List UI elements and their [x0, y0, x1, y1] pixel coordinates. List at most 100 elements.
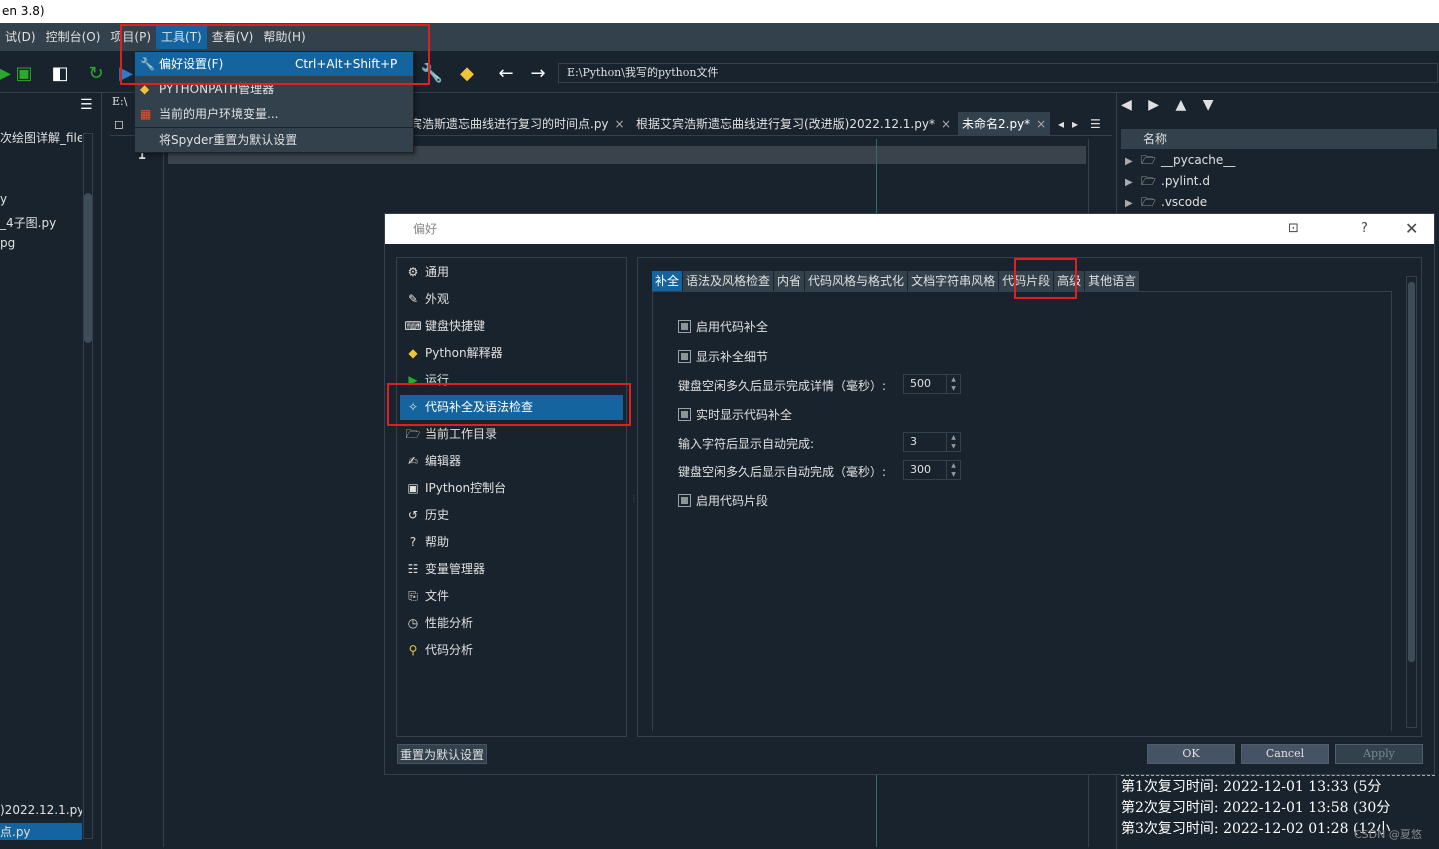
sidebar-item-editor[interactable]: ✍ 编辑器: [400, 449, 623, 474]
idle-detail-spinbox[interactable]: 500 ▲ ▼: [903, 374, 961, 394]
close-icon[interactable]: ×: [1036, 117, 1046, 131]
checkbox-box[interactable]: [678, 408, 691, 421]
menu-item-reset-spyder[interactable]: 将Spyder重置为默认设置: [135, 128, 413, 152]
sidebar-item-history[interactable]: ↺ 历史: [400, 503, 623, 528]
chevron-right-icon[interactable]: ▶: [1125, 156, 1141, 167]
tab-scroll-right-icon[interactable]: ▸: [1068, 112, 1082, 136]
sidebar-item-general[interactable]: ⚙ 通用: [400, 260, 623, 285]
idle-auto-spinbox[interactable]: 300 ▲ ▼: [903, 460, 961, 480]
tab-advanced[interactable]: 高级: [1054, 271, 1085, 291]
list-item[interactable]: ▶ 🗁 .vscode: [1125, 193, 1207, 214]
page-scrollbar[interactable]: [1408, 282, 1415, 662]
browse-tabs-icon[interactable]: ◻: [110, 112, 132, 136]
tab-code-style[interactable]: 代码风格与格式化: [805, 271, 908, 291]
sidebar-item-profiler[interactable]: ◷ 性能分析: [400, 611, 623, 636]
sidebar-item-working-dir[interactable]: 🗁 当前工作目录: [400, 422, 623, 447]
sidebar-item-files[interactable]: ⎘ 文件: [400, 584, 623, 609]
menu-item-pythonpath[interactable]: ◆ PYTHONPATH管理器: [135, 77, 413, 101]
list-item[interactable]: )2022.12.1.py: [0, 803, 82, 817]
realtime-completion-checkbox[interactable]: 实时显示代码补全: [678, 406, 792, 423]
checkbox-box[interactable]: [678, 320, 691, 333]
back-circle-icon[interactable]: ◀: [1121, 97, 1132, 113]
tab-file-1[interactable]: 宾浩斯遗忘曲线进行复习的时间点.py ×: [406, 112, 629, 136]
folder-open-icon: 🗁: [405, 427, 421, 441]
checkbox-box[interactable]: [678, 350, 691, 363]
ok-button[interactable]: OK: [1147, 744, 1235, 764]
enable-snippets-checkbox[interactable]: 启用代码片段: [678, 492, 768, 509]
list-item[interactable]: ▶ 🗁 __pycache__: [1125, 151, 1235, 172]
sidebar-item-ipython-console[interactable]: ▣ IPython控制台: [400, 476, 623, 501]
wrench-icon[interactable]: 🔧: [420, 61, 444, 85]
sidebar-item-label: 键盘快捷键: [425, 319, 486, 333]
sidebar-item-label: IPython控制台: [425, 481, 507, 495]
run-selection-icon[interactable]: ◧: [48, 61, 72, 85]
cancel-button[interactable]: Cancel: [1241, 744, 1329, 764]
list-item[interactable]: ▶ 🗁 .pylint.d: [1125, 172, 1210, 193]
run-cell-icon[interactable]: ▣: [12, 61, 36, 85]
parent-dir-icon[interactable]: ▲: [1175, 97, 1186, 113]
forward-circle-icon[interactable]: ▶: [1148, 97, 1159, 113]
after-chars-spinbox[interactable]: 3 ▲ ▼: [903, 432, 961, 452]
menu-console[interactable]: 控制台(O): [41, 25, 106, 49]
menu-projects[interactable]: 项目(P): [105, 25, 156, 49]
chevron-right-icon[interactable]: ▶: [1125, 177, 1141, 188]
menu-help[interactable]: 帮助(H): [258, 25, 310, 49]
menu-item-preferences[interactable]: 🔧 偏好设置(F) Ctrl+Alt+Shift+P: [135, 52, 413, 76]
list-item[interactable]: 次绘图详解_files: [0, 129, 82, 146]
sidebar-item-label: 运行: [425, 373, 450, 387]
python-path-icon[interactable]: ◆: [455, 61, 479, 85]
tab-linting[interactable]: 语法及风格检查: [683, 271, 774, 291]
sidebar-item-python-interpreter[interactable]: ◆ Python解释器: [400, 341, 623, 366]
sidebar-item-help[interactable]: ? 帮助: [400, 530, 623, 555]
filter-icon[interactable]: ▼: [1203, 97, 1214, 113]
sidebar-item-run[interactable]: ▶ 运行: [400, 368, 623, 393]
forward-arrow-icon[interactable]: →: [526, 61, 550, 85]
tab-file-3[interactable]: 未命名2.py* ×: [958, 112, 1051, 136]
wrench-icon: 🔧: [140, 57, 155, 71]
list-item[interactable]: pg: [0, 236, 82, 250]
tab-scroll-left-icon[interactable]: ◂: [1054, 112, 1068, 136]
close-icon[interactable]: ×: [615, 117, 625, 131]
sidebar-item-shortcuts[interactable]: ⌨ 键盘快捷键: [400, 314, 623, 339]
left-scrollbar[interactable]: [84, 193, 92, 343]
checkbox-box[interactable]: [678, 494, 691, 507]
apply-button[interactable]: Apply: [1335, 744, 1423, 764]
tab-other-languages[interactable]: 其他语言: [1085, 271, 1140, 291]
spin-arrows-icon[interactable]: ▲ ▼: [946, 461, 960, 479]
window-title: en 3.8): [0, 0, 1439, 23]
spin-arrows-icon[interactable]: ▲ ▼: [946, 433, 960, 451]
hamburger-menu-icon[interactable]: ☰: [80, 97, 93, 113]
tab-introspection[interactable]: 内省: [774, 271, 805, 291]
tab-file-2[interactable]: 根据艾宾浩斯遗忘曲线进行复习(改进版)2022.12.1.py* ×: [632, 112, 955, 136]
preferences-tabbar: 补全 语法及风格检查 内省 代码风格与格式化 文档字符串风格 代码片段 高级 其…: [652, 271, 1140, 291]
menu-tools[interactable]: 工具(T): [156, 25, 207, 49]
tab-docstring-style[interactable]: 文档字符串风格: [908, 271, 999, 291]
menu-item-env-vars[interactable]: ▦ 当前的用户环境变量...: [135, 102, 413, 126]
sidebar-item-code-analysis[interactable]: ⚲ 代码分析: [400, 638, 623, 663]
dialog-help-button[interactable]: ?: [1361, 214, 1368, 244]
column-header-name[interactable]: 名称: [1121, 129, 1437, 149]
menu-debug[interactable]: 试(D): [0, 25, 41, 49]
list-item[interactable]: y: [0, 192, 82, 206]
close-icon[interactable]: ×: [941, 117, 951, 131]
working-directory-input[interactable]: E:\Python\我写的python文件: [558, 63, 1438, 83]
sidebar-item-variable-explorer[interactable]: ☷ 变量管理器: [400, 557, 623, 582]
chevron-right-icon[interactable]: ▶: [1125, 198, 1141, 209]
show-completion-details-checkbox[interactable]: 显示补全细节: [678, 348, 768, 365]
list-item[interactable]: _4子图.py: [0, 214, 82, 231]
menu-view[interactable]: 查看(V): [207, 25, 259, 49]
sidebar-item-completion-linting[interactable]: ✧ 代码补全及语法检查: [400, 395, 623, 420]
rerun-icon[interactable]: ↻: [84, 61, 108, 85]
sidebar-item-appearance[interactable]: ✎ 外观: [400, 287, 623, 312]
options-menu-icon[interactable]: ☰: [1086, 112, 1105, 136]
spin-arrows-icon[interactable]: ▲ ▼: [946, 375, 960, 393]
enable-completion-checkbox[interactable]: 启用代码补全: [678, 318, 768, 335]
tab-completion[interactable]: 补全: [652, 271, 683, 291]
reset-defaults-button[interactable]: 重置为默认设置: [397, 744, 488, 764]
dialog-context-icon[interactable]: ⊡: [1288, 214, 1299, 244]
tab-snippets[interactable]: 代码片段: [999, 271, 1054, 291]
spinbox-value: 3: [910, 435, 917, 448]
dialog-close-icon[interactable]: ✕: [1405, 214, 1418, 244]
back-arrow-icon[interactable]: ←: [494, 61, 518, 85]
list-item[interactable]: 点.py: [0, 823, 82, 840]
